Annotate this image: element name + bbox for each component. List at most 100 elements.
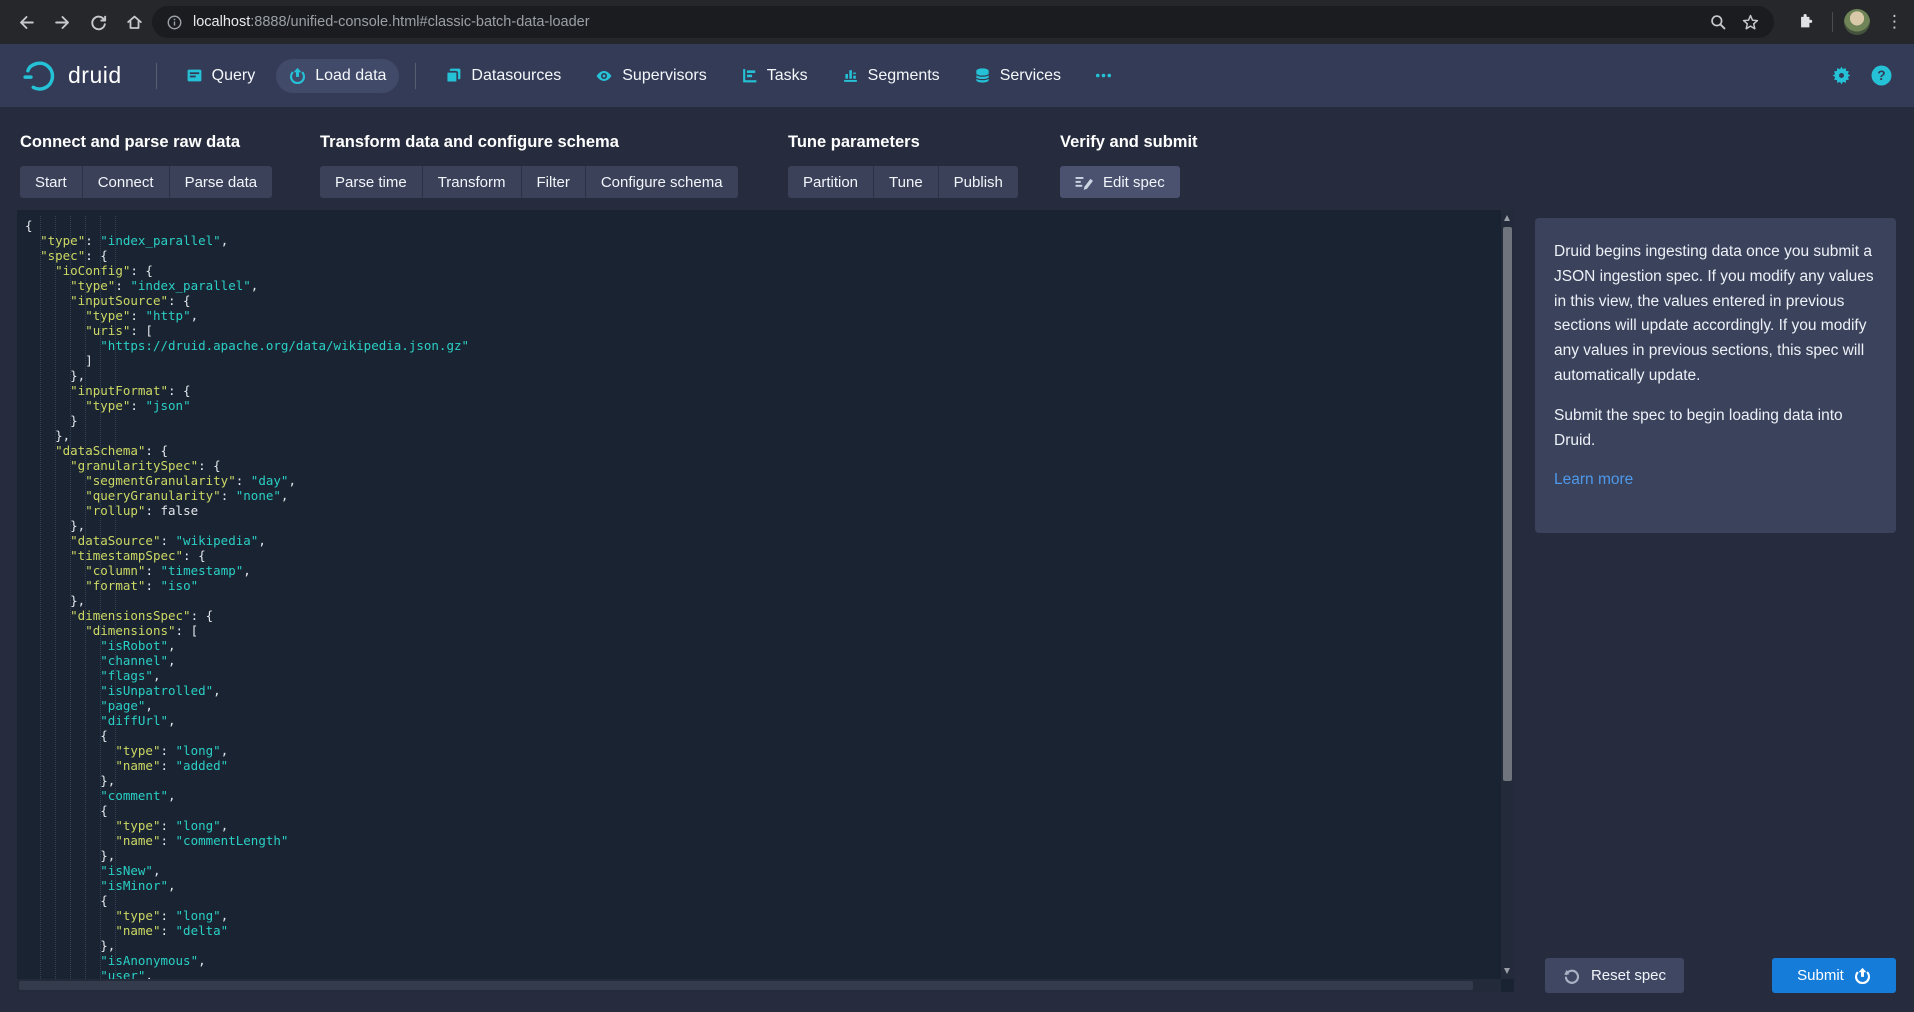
address-bar[interactable]: localhost:8888/unified-console.html#clas…	[152, 6, 1774, 38]
code-line: "ioConfig": {	[25, 263, 1501, 278]
reset-spec-button[interactable]: Reset spec	[1545, 958, 1684, 993]
learn-more-link[interactable]: Learn more	[1554, 471, 1633, 488]
divider	[415, 63, 416, 89]
zoom-icon[interactable]	[1709, 13, 1727, 31]
submit-upload-icon	[1854, 967, 1871, 984]
json-code[interactable]: { "type": "index_parallel", "spec": { "i…	[17, 210, 1501, 979]
callout-paragraph: Submit the spec to begin loading data in…	[1554, 404, 1877, 454]
nav-item-services[interactable]: Services	[961, 59, 1074, 93]
step-group-title: Transform data and configure schema	[320, 133, 738, 152]
druid-logo[interactable]: druid	[22, 59, 122, 92]
url-text: localhost:8888/unified-console.html#clas…	[193, 14, 1709, 30]
code-line: "inputSource": {	[25, 293, 1501, 308]
step-button-publish[interactable]: Publish	[939, 166, 1018, 198]
step-button-configure-schema[interactable]: Configure schema	[586, 166, 738, 198]
code-line: "type": "long",	[25, 743, 1501, 758]
code-line: "spec": {	[25, 248, 1501, 263]
code-line: "comment",	[25, 788, 1501, 803]
tasks-icon	[741, 67, 758, 84]
step-button-partition[interactable]: Partition	[788, 166, 874, 198]
horizontal-scroll-thumb[interactable]	[19, 981, 1473, 990]
spec-json-editor[interactable]: { "type": "index_parallel", "spec": { "i…	[17, 210, 1514, 992]
divider	[1832, 12, 1833, 32]
code-line: ]	[25, 353, 1501, 368]
info-icon[interactable]	[166, 14, 183, 31]
step-section-tune: Tune parameters Partition Tune Publish	[788, 133, 1018, 198]
nav-more-menu[interactable]	[1082, 59, 1125, 92]
nav-item-segments[interactable]: Segments	[829, 59, 953, 93]
druid-logo-icon	[22, 59, 58, 92]
code-line: "format": "iso"	[25, 578, 1501, 593]
step-group-title: Connect and parse raw data	[20, 133, 272, 152]
code-line: "dataSource": "wikipedia",	[25, 533, 1501, 548]
browser-toolbar: localhost:8888/unified-console.html#clas…	[0, 0, 1914, 44]
step-button-transform[interactable]: Transform	[423, 166, 522, 198]
nav-item-label: Segments	[868, 67, 940, 85]
avatar[interactable]	[1844, 9, 1870, 35]
step-button-tune[interactable]: Tune	[874, 166, 939, 198]
scroll-down-arrow[interactable]	[1504, 968, 1510, 974]
code-line: "type": "index_parallel",	[25, 278, 1501, 293]
reset-icon	[1563, 967, 1581, 985]
editor-vertical-scrollbar[interactable]	[1501, 210, 1514, 979]
vertical-scroll-thumb[interactable]	[1503, 227, 1512, 781]
kebab-menu-icon[interactable]: ⋮	[1886, 9, 1903, 35]
code-line: },	[25, 368, 1501, 383]
code-line: {	[25, 218, 1501, 233]
nav-item-query[interactable]: Query	[173, 59, 269, 93]
help-icon[interactable]: ?	[1871, 65, 1892, 86]
step-button-label: Transform	[438, 174, 506, 191]
home-icon[interactable]	[122, 10, 146, 34]
code-line: },	[25, 773, 1501, 788]
step-button-connect[interactable]: Connect	[83, 166, 170, 198]
step-button-label: Edit spec	[1103, 174, 1165, 191]
code-line: "type": "long",	[25, 818, 1501, 833]
step-button-filter[interactable]: Filter	[522, 166, 586, 198]
database-icon	[974, 67, 991, 84]
step-button-parse-time[interactable]: Parse time	[320, 166, 423, 198]
submit-button[interactable]: Submit	[1772, 958, 1896, 993]
code-line: "diffUrl",	[25, 713, 1501, 728]
callout-paragraph: Druid begins ingesting data once you sub…	[1554, 240, 1877, 389]
code-line: "flags",	[25, 668, 1501, 683]
eye-icon	[595, 67, 613, 85]
nav-item-label: Tasks	[767, 67, 808, 85]
star-icon[interactable]	[1741, 13, 1760, 32]
nav-item-datasources[interactable]: Datasources	[432, 59, 574, 93]
nav-item-tasks[interactable]: Tasks	[728, 59, 821, 93]
code-line: "isUnpatrolled",	[25, 683, 1501, 698]
scroll-up-arrow[interactable]	[1504, 215, 1510, 221]
code-line: },	[25, 428, 1501, 443]
code-line: {	[25, 728, 1501, 743]
code-line: "name": "delta"	[25, 923, 1501, 938]
step-button-label: Connect	[98, 174, 154, 191]
nav-item-load-data[interactable]: Load data	[276, 59, 399, 93]
editor-horizontal-scrollbar[interactable]	[17, 979, 1501, 992]
code-line: "segmentGranularity": "day",	[25, 473, 1501, 488]
step-button-parse-data[interactable]: Parse data	[170, 166, 273, 198]
code-line: "queryGranularity": "none",	[25, 488, 1501, 503]
reload-icon[interactable]	[86, 10, 110, 34]
code-line: "channel",	[25, 653, 1501, 668]
extensions-icon[interactable]	[1792, 10, 1816, 34]
step-group-title: Tune parameters	[788, 133, 1018, 152]
code-line: "isMinor",	[25, 878, 1501, 893]
code-line: "column": "timestamp",	[25, 563, 1501, 578]
code-line: "https://druid.apache.org/data/wikipedia…	[25, 338, 1501, 353]
svg-text:?: ?	[1877, 68, 1885, 83]
step-group-title: Verify and submit	[1060, 133, 1198, 152]
step-button-label: Tune	[889, 174, 923, 191]
submit-label: Submit	[1797, 967, 1844, 984]
nav-item-supervisors[interactable]: Supervisors	[582, 59, 719, 93]
step-button-label: Parse time	[335, 174, 407, 191]
app-navbar: druid Query Load data DatasourcesSuperviso…	[0, 44, 1914, 107]
code-line: "type": "index_parallel",	[25, 233, 1501, 248]
code-line: "uris": [	[25, 323, 1501, 338]
nav-item-label: Query	[212, 67, 256, 85]
forward-icon[interactable]	[50, 10, 74, 34]
code-line: "type": "json"	[25, 398, 1501, 413]
back-icon[interactable]	[14, 10, 38, 34]
step-button-edit-spec[interactable]: Edit spec	[1060, 166, 1180, 198]
step-button-start[interactable]: Start	[20, 166, 83, 198]
gear-icon[interactable]	[1832, 66, 1851, 85]
